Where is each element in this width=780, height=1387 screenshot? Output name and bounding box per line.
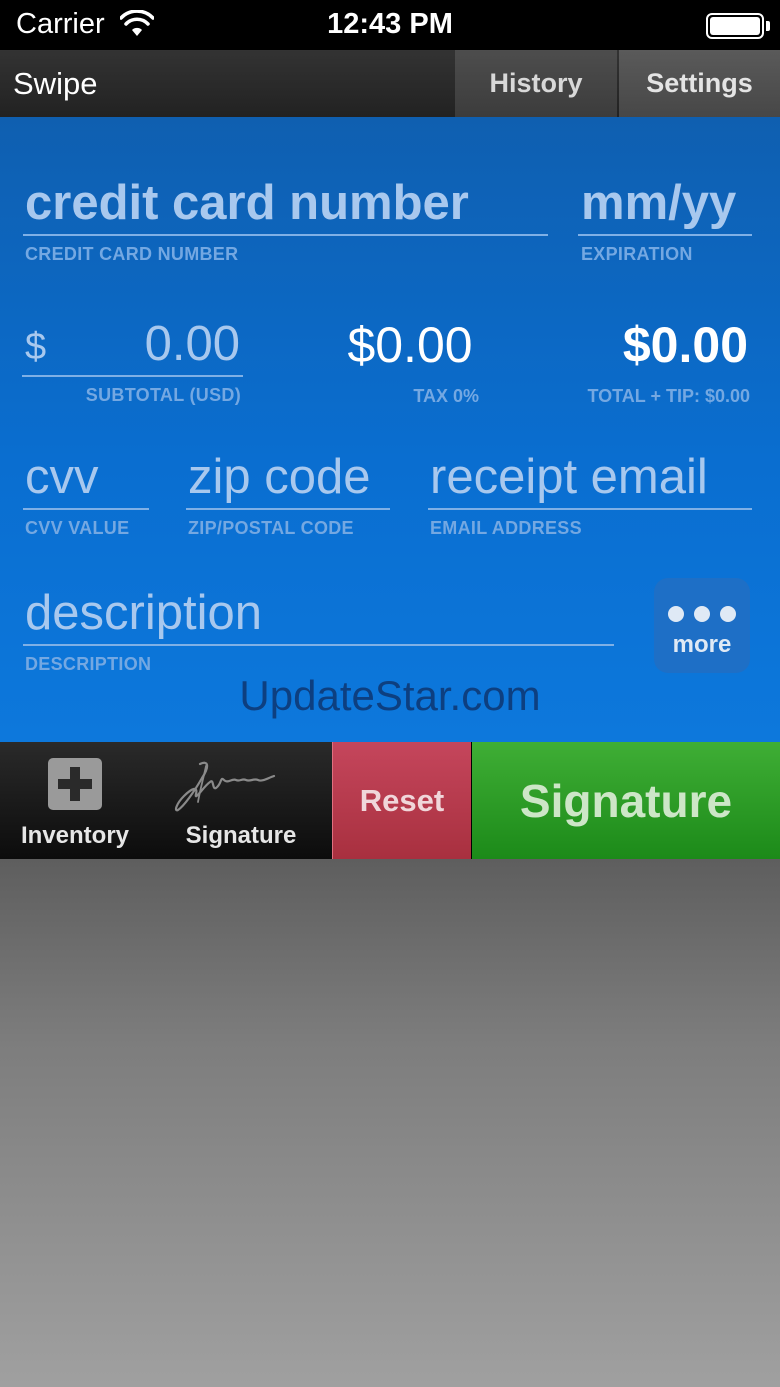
ellipsis-icon	[668, 606, 736, 622]
history-button[interactable]: History	[455, 50, 617, 117]
signature-toolbar-label: Signature	[185, 822, 297, 849]
inventory-label: Inventory	[20, 822, 130, 849]
plus-box-icon	[48, 758, 102, 810]
expiration-underline	[578, 234, 752, 236]
email-input[interactable]: receipt email	[428, 453, 752, 502]
expiration-field[interactable]: mm/yy EXPIRATION	[578, 179, 752, 265]
watermark: UpdateStar.com	[239, 672, 541, 719]
total-value: $0.00	[622, 317, 748, 373]
expiration-caption: EXPIRATION	[581, 244, 693, 264]
cvv-underline	[23, 508, 149, 510]
subtotal-field[interactable]: $ 0.00 SUBTOTAL (USD)	[22, 320, 243, 406]
navigation-bar: Swipe History Settings	[0, 50, 780, 117]
signature-scribble-icon	[174, 761, 276, 812]
inventory-button[interactable]: Inventory	[0, 742, 150, 859]
zip-field[interactable]: zip code ZIP/POSTAL CODE	[186, 453, 390, 539]
zip-caption: ZIP/POSTAL CODE	[188, 518, 354, 538]
signature-button[interactable]: Signature	[472, 742, 780, 859]
content-area	[0, 859, 780, 1387]
tax-display: $0.00 TAX 0%	[330, 320, 490, 407]
clock: 12:43 PM	[327, 8, 453, 40]
email-underline	[428, 508, 752, 510]
description-field[interactable]: description DESCRIPTION	[23, 589, 614, 675]
zip-input[interactable]: zip code	[186, 453, 390, 502]
tax-value: $0.00	[347, 317, 473, 373]
settings-button[interactable]: Settings	[619, 50, 780, 117]
total-display: $0.00 TOTAL + TIP: $0.00	[560, 320, 750, 407]
expiration-input[interactable]: mm/yy	[578, 179, 752, 228]
more-label: more	[672, 631, 732, 658]
currency-symbol: $	[25, 326, 47, 368]
signature-toolbar-button[interactable]: Signature	[150, 742, 332, 859]
status-bar: Carrier 12:43 PM	[0, 0, 780, 50]
app-title: Swipe	[13, 66, 98, 101]
reset-button[interactable]: Reset	[332, 742, 471, 859]
bottom-toolbar: Inventory Signature Reset Signature	[0, 742, 780, 859]
card-number-field[interactable]: credit card number CREDIT CARD NUMBER	[23, 179, 548, 265]
battery-icon	[706, 13, 764, 39]
more-button[interactable]: more	[654, 578, 750, 673]
email-field[interactable]: receipt email EMAIL ADDRESS	[428, 453, 752, 539]
subtotal-input[interactable]: 0.00	[145, 320, 240, 369]
battery-tip	[766, 21, 770, 31]
subtotal-underline	[22, 375, 243, 377]
card-number-caption: CREDIT CARD NUMBER	[25, 244, 239, 264]
subtotal-caption: SUBTOTAL (USD)	[85, 385, 241, 405]
cvv-field[interactable]: cvv CVV VALUE	[23, 453, 149, 539]
total-caption: TOTAL + TIP: $0.00	[587, 386, 750, 406]
description-input[interactable]: description	[23, 589, 614, 638]
description-underline	[23, 644, 614, 646]
email-caption: EMAIL ADDRESS	[430, 518, 582, 538]
card-number-input[interactable]: credit card number	[23, 179, 548, 228]
cvv-input[interactable]: cvv	[23, 453, 149, 502]
zip-underline	[186, 508, 390, 510]
tax-caption: TAX 0%	[413, 386, 479, 406]
cvv-caption: CVV VALUE	[25, 518, 130, 538]
card-number-underline	[23, 234, 548, 236]
